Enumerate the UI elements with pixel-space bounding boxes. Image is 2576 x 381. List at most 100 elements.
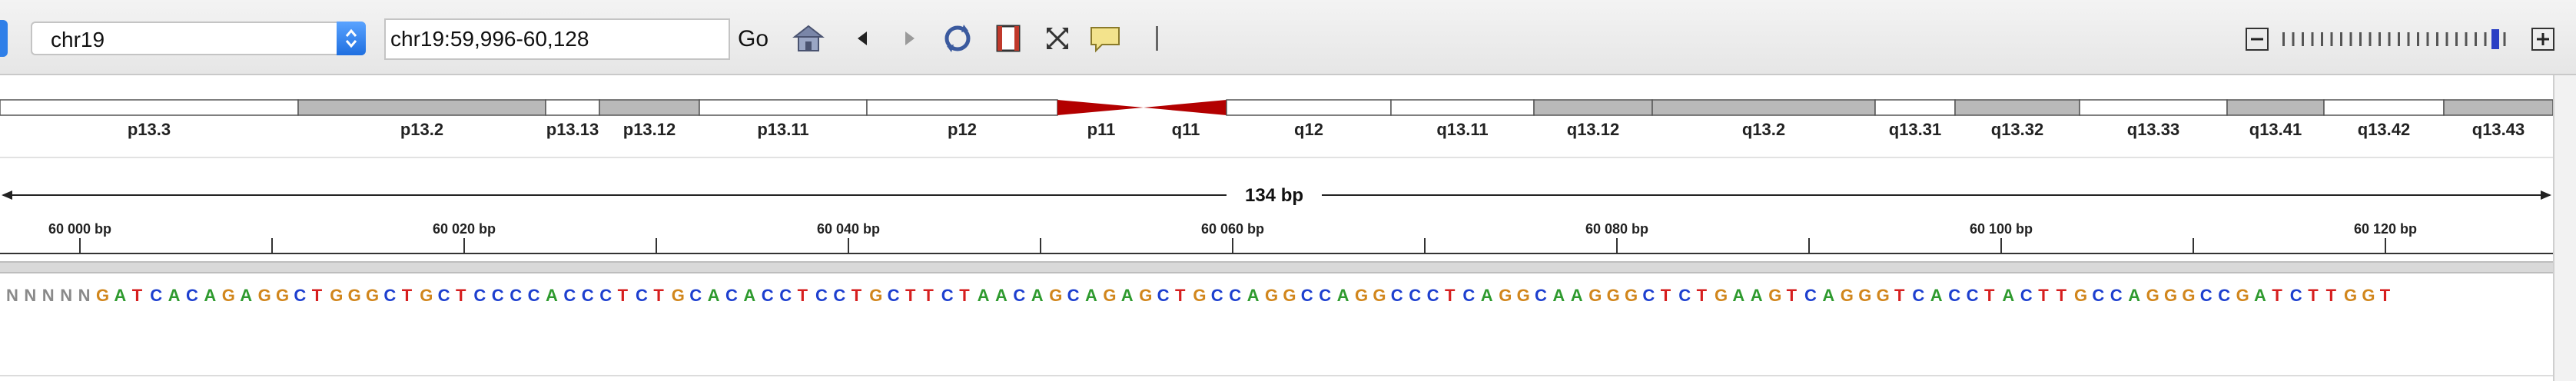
- zoom-tick[interactable]: [2388, 32, 2391, 46]
- zoom-tick[interactable]: [2378, 32, 2381, 46]
- sequence-base: C: [510, 286, 522, 305]
- track-separator: [0, 375, 2553, 376]
- zoom-tick[interactable]: [2407, 32, 2410, 46]
- band-label: p13.3: [128, 120, 171, 139]
- zoom-tick[interactable]: [2282, 32, 2285, 46]
- go-button[interactable]: Go: [738, 26, 768, 52]
- ideogram-band[interactable]: [2323, 99, 2445, 116]
- band-label: q13.32: [1991, 120, 2044, 139]
- ideogram-band[interactable]: [545, 99, 600, 116]
- vertical-scrollbar[interactable]: [2553, 75, 2576, 381]
- band-label: q13.43: [2472, 120, 2525, 139]
- toolbar: chr19 Go: [0, 0, 2576, 75]
- sequence-base: C: [1678, 286, 1691, 305]
- chromosome-dropdown[interactable]: chr19: [31, 22, 366, 55]
- zoom-tick[interactable]: [2359, 32, 2362, 46]
- zoom-tick[interactable]: [2292, 32, 2295, 46]
- roi-icon[interactable]: [991, 22, 1025, 55]
- ideogram-band[interactable]: [1954, 99, 2080, 116]
- sequence-base: T: [905, 286, 916, 305]
- sequence-base: C: [438, 286, 450, 305]
- sequence-base: G: [2164, 286, 2177, 305]
- sequence-base: A: [1481, 286, 1493, 305]
- ideogram-band[interactable]: [866, 99, 1058, 116]
- zoom-tick[interactable]: [2417, 32, 2419, 46]
- ideogram-band[interactable]: [1144, 100, 1227, 115]
- sequence-base: A: [1930, 286, 1943, 305]
- ideogram-band[interactable]: [1651, 99, 1876, 116]
- zoom-tick[interactable]: [2321, 32, 2323, 46]
- zoom-tick[interactable]: [2369, 32, 2372, 46]
- zoom-in-icon[interactable]: [2531, 28, 2554, 51]
- sequence-base: A: [1751, 286, 1763, 305]
- zoom-out-icon[interactable]: [2246, 28, 2269, 51]
- ideogram-band[interactable]: [1390, 99, 1535, 116]
- ideogram-band[interactable]: [1874, 99, 1956, 116]
- sequence-base: T: [1894, 286, 1905, 305]
- sequence-base: C: [689, 286, 702, 305]
- sequence-base: G: [2182, 286, 2195, 305]
- sequence-base: C: [1391, 286, 1403, 305]
- sequence-base: T: [923, 286, 934, 305]
- sequence-base: C: [725, 286, 738, 305]
- sequence-track[interactable]: NNNNNGATCACAGAGGCTGGGCTGCTCCCCACCCTCTGCA…: [0, 275, 2553, 375]
- sequence-base: C: [1642, 286, 1655, 305]
- ideogram-band[interactable]: [2443, 99, 2554, 116]
- ideogram-band[interactable]: [0, 99, 299, 116]
- chromosome-ideogram[interactable]: p13.3 p13.2 p13.13 p13.12 p13.11 p12 p11 q11 q12…: [0, 75, 2554, 155]
- popup-info-icon[interactable]: [1088, 22, 1122, 55]
- sequence-base: T: [618, 286, 629, 305]
- fit-icon[interactable]: [1041, 22, 1074, 55]
- genome-dropdown-edge[interactable]: [0, 20, 8, 57]
- zoom-tick[interactable]: [2503, 32, 2506, 46]
- ideogram-band[interactable]: [2226, 99, 2325, 116]
- ruler-tick-label: 60 060 bp: [1201, 221, 1264, 237]
- panel-divider[interactable]: [0, 261, 2553, 273]
- ideogram-band[interactable]: [699, 99, 868, 116]
- sequence-base: A: [995, 286, 1007, 305]
- zoom-tick[interactable]: [2426, 32, 2429, 46]
- sequence-base: C: [1067, 286, 1080, 305]
- zoom-tick[interactable]: [2436, 32, 2438, 46]
- band-label: q13.31: [1889, 120, 1942, 139]
- zoom-tick[interactable]: [2475, 32, 2477, 46]
- ideogram-band[interactable]: [2079, 99, 2228, 116]
- zoom-tick[interactable]: [2445, 32, 2448, 46]
- zoom-tick[interactable]: [2484, 32, 2487, 46]
- ideogram-band[interactable]: [599, 99, 700, 116]
- zoom-tick[interactable]: [2340, 32, 2342, 46]
- zoom-tick[interactable]: [2455, 32, 2458, 46]
- home-icon[interactable]: [792, 22, 825, 55]
- sequence-base: T: [2272, 286, 2282, 305]
- ruler-track[interactable]: 134 bp 60 000 bp 60 020 bp 60 040 bp 60 060…: [0, 157, 2553, 260]
- sequence-base: C: [294, 286, 306, 305]
- ideogram-band[interactable]: [1226, 99, 1392, 116]
- ideogram-band[interactable]: [297, 99, 546, 116]
- zoom-tick[interactable]: [2465, 32, 2468, 46]
- sequence-base: A: [1031, 286, 1044, 305]
- sequence-base: C: [1301, 286, 1313, 305]
- refresh-icon[interactable]: [941, 22, 974, 55]
- zoom-tick[interactable]: [2349, 32, 2352, 46]
- zoom-tick[interactable]: [2330, 32, 2333, 46]
- sequence-base: G: [1355, 286, 1368, 305]
- sequence-base: G: [1588, 286, 1602, 305]
- forward-icon[interactable]: [893, 22, 927, 55]
- back-icon[interactable]: [845, 22, 879, 55]
- sequence-base: C: [815, 286, 828, 305]
- zoom-slider[interactable]: [2279, 28, 2519, 51]
- locus-input[interactable]: [384, 18, 730, 60]
- sequence-base: N: [24, 286, 36, 305]
- sequence-base: C: [2200, 286, 2213, 305]
- chevron-updown-icon[interactable]: [337, 22, 366, 55]
- zoom-tick[interactable]: [2398, 32, 2400, 46]
- sequence-base: G: [1841, 286, 1854, 305]
- sequence-base: G: [1049, 286, 1062, 305]
- zoom-thumb[interactable]: [2491, 29, 2499, 49]
- zoom-tick[interactable]: [2311, 32, 2314, 46]
- sequence-base: C: [2290, 286, 2302, 305]
- zoom-tick[interactable]: [2302, 32, 2304, 46]
- ideogram-band[interactable]: [1533, 99, 1653, 116]
- band-label: q13.33: [2127, 120, 2180, 139]
- ideogram-band[interactable]: [1057, 100, 1144, 115]
